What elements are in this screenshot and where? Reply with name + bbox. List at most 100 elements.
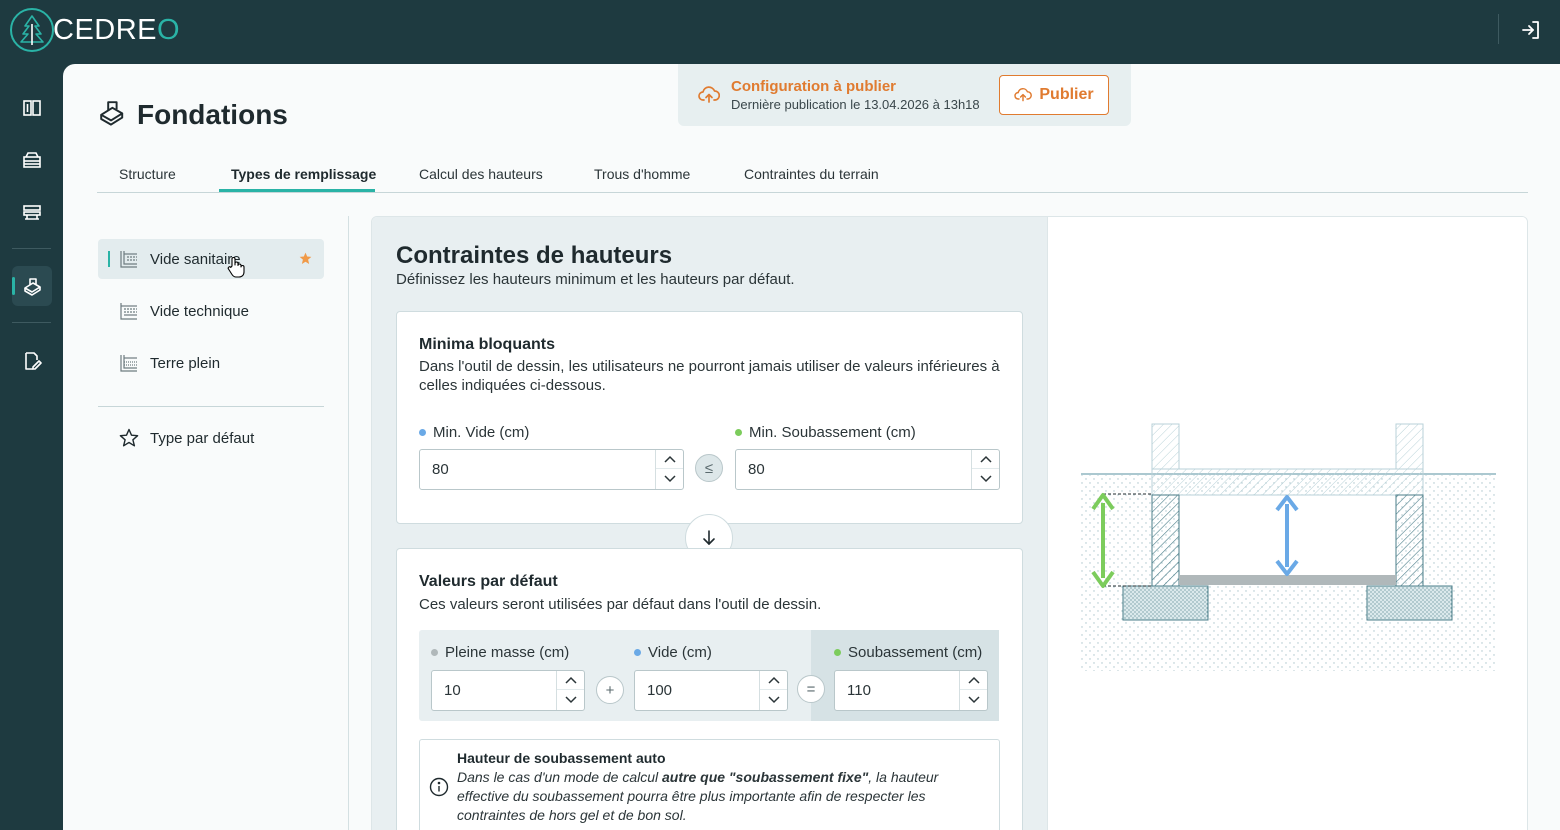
vide-stepper [759,671,787,710]
defaults-row: Pleine masse (cm) 10 + Vide (cm) 100 = S… [419,630,999,721]
foundation-wall-right [1395,494,1424,587]
tab-contraintes-du-terrain[interactable]: Contraintes du terrain [744,166,879,182]
min-soubassement-label: Min. Soubassement (cm) [735,424,916,441]
default-type-label: Type par défaut [150,430,255,447]
info-title: Hauteur de soubassement auto [457,750,666,766]
defaults-description: Ces valeurs seront utilisées par défaut … [419,596,822,613]
type-item-terre-plein[interactable]: Terre plein [98,343,324,383]
chevron-down-icon[interactable] [656,469,683,488]
star-filled-icon[interactable] [299,252,312,270]
info-text: Dans le cas d'un mode de calcul autre qu… [457,769,939,823]
chevron-up-icon[interactable] [960,671,987,690]
tab-calcul-des-hauteurs[interactable]: Calcul des hauteurs [419,166,543,182]
publish-subtitle: Dernière publication le 13.04.2026 à 13h… [731,97,980,112]
footing-left [1122,585,1209,621]
section-subtitle: Définissez les hauteurs minimum et les h… [396,271,795,288]
publish-banner: Configuration à publier Dernière publica… [678,64,1131,126]
vide-input[interactable]: 100 [634,670,788,711]
tree-logo-icon [10,8,54,52]
chevron-down-icon[interactable] [760,690,787,709]
soubassement-dot [735,429,742,436]
rail-divider [12,248,51,249]
crawlspace-icon [119,249,139,274]
pleine-masse-value: 10 [444,682,461,699]
vide-value: 100 [647,682,673,699]
floor-slab [1151,468,1424,496]
form-area: Contraintes de hauteurs Définissez les h… [372,217,1047,830]
chevron-down-icon[interactable] [557,690,584,709]
chevron-down-icon[interactable] [960,690,987,709]
type-item-vide-sanitaire[interactable]: Vide sanitaire [98,239,324,279]
pleine-masse-input[interactable]: 10 [431,670,585,711]
default-type-button[interactable]: Type par défaut [98,418,324,458]
tab-types-de-remplissage[interactable]: Types de remplissage [231,166,376,182]
tab-structure[interactable]: Structure [119,166,176,182]
foundation-icon[interactable] [12,266,52,306]
soubassement-dot [834,649,841,656]
min-soubassement-input[interactable]: 80 [735,449,1000,490]
hand-cursor-icon [227,256,245,283]
crawlspace-diagram [1081,423,1496,671]
vide-dot [634,649,641,656]
star-outline-icon [119,428,139,453]
chevron-up-icon[interactable] [760,671,787,690]
vertical-divider [348,216,349,830]
type-item-label: Vide technique [150,303,249,320]
type-item-vide-technique[interactable]: Vide technique [98,291,324,331]
active-tab-indicator [219,189,375,192]
chevron-up-icon[interactable] [557,671,584,690]
soubassement-label: Soubassement (cm) [834,644,982,661]
min-vide-stepper [655,450,683,489]
page-header: Fondations [97,98,288,131]
catalog-icon[interactable] [12,88,52,128]
chevron-up-icon[interactable] [656,450,683,469]
cedreo-logo[interactable]: CEDREO [10,8,180,52]
tab-trous-d-homme[interactable]: Trous d'homme [594,166,690,182]
tab-bar: Structure Types de remplissage Calcul de… [97,156,1528,193]
vide-label: Vide (cm) [634,644,712,661]
min-vide-label: Min. Vide (cm) [419,424,529,441]
left-rail [0,64,63,830]
soubassement-stepper [959,671,987,710]
plus-operator: + [596,676,624,704]
less-or-equal-operator: ≤ [695,454,723,482]
chevron-down-icon[interactable] [972,469,999,488]
edit-doc-icon[interactable] [12,341,52,381]
publish-button[interactable]: Publier [999,75,1109,115]
cloud-upload-icon [1014,88,1033,102]
pleine-masse-label: Pleine masse (cm) [431,644,569,661]
info-icon [429,777,449,802]
top-divider [1498,14,1499,44]
logo-wordmark: CEDREO [53,13,181,46]
soubassement-input[interactable]: 110 [834,670,988,711]
chevron-up-icon[interactable] [972,450,999,469]
box-icon[interactable] [12,140,52,180]
pleine-masse-dot [431,649,438,656]
main-panel: Fondations Configuration à publier Derni… [63,64,1560,830]
technical-space-icon [119,301,139,326]
type-item-label: Terre plein [150,355,221,372]
foundation-wall-left [1151,494,1180,587]
auto-height-info: Hauteur de soubassement auto Dans le cas… [419,739,1000,830]
slab-on-grade-icon [119,353,139,378]
defaults-card: Valeurs par défaut Ces valeurs seront ut… [396,548,1023,830]
min-soubassement-stepper [971,450,999,489]
footing-right [1366,585,1453,621]
upper-wall-left [1151,423,1180,470]
upper-wall-right [1395,423,1424,470]
soubassement-value: 110 [847,682,871,699]
equals-operator: = [797,675,825,703]
logout-icon[interactable] [1519,18,1543,42]
min-vide-input[interactable]: 80 [419,449,684,490]
min-vide-value: 80 [432,461,449,478]
foundation-icon [97,98,125,131]
minima-description: Dans l'outil de dessin, les utilisateurs… [419,358,1000,394]
foundation-illustration [1047,217,1527,830]
blinding-layer [1179,575,1396,585]
list-divider [98,406,324,407]
pleine-masse-stepper [556,671,584,710]
page-title: Fondations [137,98,288,130]
layers-icon[interactable] [12,192,52,232]
top-bar: CEDREO [0,0,1560,64]
rail-divider [12,322,51,323]
